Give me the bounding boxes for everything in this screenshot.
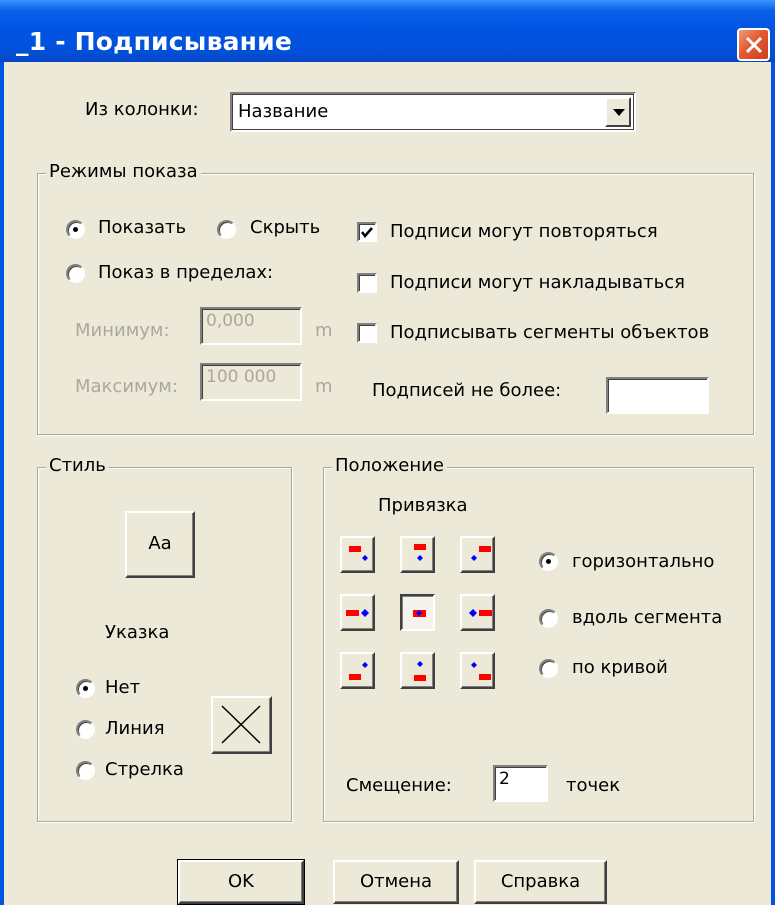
along-segment-radio[interactable] xyxy=(539,609,558,628)
close-button[interactable] xyxy=(737,28,770,61)
display-modes-title: Режимы показа xyxy=(46,161,201,182)
position-title: Положение xyxy=(332,455,447,476)
anchor-middle-left[interactable] xyxy=(340,594,375,631)
anchor-middle-right-icon xyxy=(469,609,492,617)
offset-input[interactable]: 2 xyxy=(493,765,548,802)
hide-radio[interactable] xyxy=(217,220,236,239)
font-button[interactable]: Aa xyxy=(125,511,195,578)
anchor-top-right-icon xyxy=(471,546,491,561)
segments-checkbox[interactable] xyxy=(357,323,377,343)
anchor-bottom-center-icon xyxy=(414,661,426,681)
anchor-bottom-left-icon xyxy=(349,662,368,680)
pointer-none-radio[interactable] xyxy=(76,679,95,698)
min-label: Минимум: xyxy=(75,320,170,341)
pointer-arrow-radio[interactable] xyxy=(76,761,95,780)
offset-label: Смещение: xyxy=(346,775,452,796)
checkmark-icon xyxy=(361,227,373,238)
pointer-none-label[interactable]: Нет xyxy=(105,677,140,698)
anchor-bottom-right-icon xyxy=(471,662,491,680)
pointer-label: Указка xyxy=(105,622,170,643)
source-column-select[interactable]: Название xyxy=(230,92,636,132)
help-button[interactable]: Справка xyxy=(474,860,607,904)
close-icon xyxy=(745,36,763,54)
repeat-label[interactable]: Подписи могут повторяться xyxy=(390,221,658,242)
source-column-label: Из колонки: xyxy=(85,99,199,120)
show-radio[interactable] xyxy=(66,220,85,239)
anchor-bottom-left[interactable] xyxy=(340,652,375,689)
chevron-down-icon xyxy=(613,109,625,116)
max-label: Максимум: xyxy=(75,376,178,397)
along-segment-label[interactable]: вдоль сегмента xyxy=(572,607,722,628)
anchor-top-left[interactable] xyxy=(340,536,375,573)
max-unit: m xyxy=(315,376,333,397)
anchor-label: Привязка xyxy=(378,495,468,516)
pointer-line-radio[interactable] xyxy=(76,720,95,739)
horizontal-label[interactable]: горизонтально xyxy=(572,551,714,572)
overlap-checkbox[interactable] xyxy=(357,273,377,293)
anchor-middle-left-icon xyxy=(346,609,369,617)
show-label[interactable]: Показать xyxy=(98,217,186,238)
min-unit: m xyxy=(315,320,333,341)
limit-input[interactable] xyxy=(606,377,709,414)
anchor-top-center[interactable] xyxy=(400,536,435,573)
range-radio[interactable] xyxy=(66,264,85,283)
window-title: _1 - Подписывание xyxy=(16,27,293,56)
segments-label[interactable]: Подписывать сегменты объектов xyxy=(390,322,709,343)
range-label[interactable]: Показ в пределах: xyxy=(98,262,273,283)
anchor-center-icon xyxy=(413,610,426,617)
repeat-checkbox[interactable] xyxy=(357,222,377,242)
anchor-top-left-icon xyxy=(349,546,368,561)
along-curve-radio[interactable] xyxy=(539,659,558,678)
offset-unit: точек xyxy=(566,775,621,796)
source-column-value: Название xyxy=(238,101,329,122)
hide-label[interactable]: Скрыть xyxy=(250,217,320,238)
anchor-top-center-icon xyxy=(414,544,426,561)
dropdown-button[interactable] xyxy=(605,97,631,127)
anchor-center[interactable] xyxy=(400,594,435,631)
style-title: Стиль xyxy=(46,455,109,476)
anchor-top-right[interactable] xyxy=(460,536,495,573)
max-input[interactable]: 100 000 xyxy=(200,363,302,401)
limit-label: Подписей не более: xyxy=(372,380,562,401)
anchor-bottom-right[interactable] xyxy=(460,652,495,689)
cancel-button[interactable]: Отмена xyxy=(333,860,459,904)
anchor-middle-right[interactable] xyxy=(460,594,495,631)
along-curve-label[interactable]: по кривой xyxy=(572,657,668,678)
min-input[interactable]: 0,000 xyxy=(200,307,302,345)
anchor-bottom-center[interactable] xyxy=(400,652,435,689)
ok-button[interactable]: OK xyxy=(177,859,305,905)
overlap-label[interactable]: Подписи могут накладываться xyxy=(390,272,685,293)
pointer-style-button[interactable] xyxy=(211,696,272,754)
cross-icon xyxy=(221,705,261,744)
horizontal-radio[interactable] xyxy=(539,552,558,571)
title-bar[interactable]: _1 - Подписывание xyxy=(0,0,775,62)
pointer-arrow-label[interactable]: Стрелка xyxy=(105,759,184,780)
pointer-line-label[interactable]: Линия xyxy=(105,718,165,739)
